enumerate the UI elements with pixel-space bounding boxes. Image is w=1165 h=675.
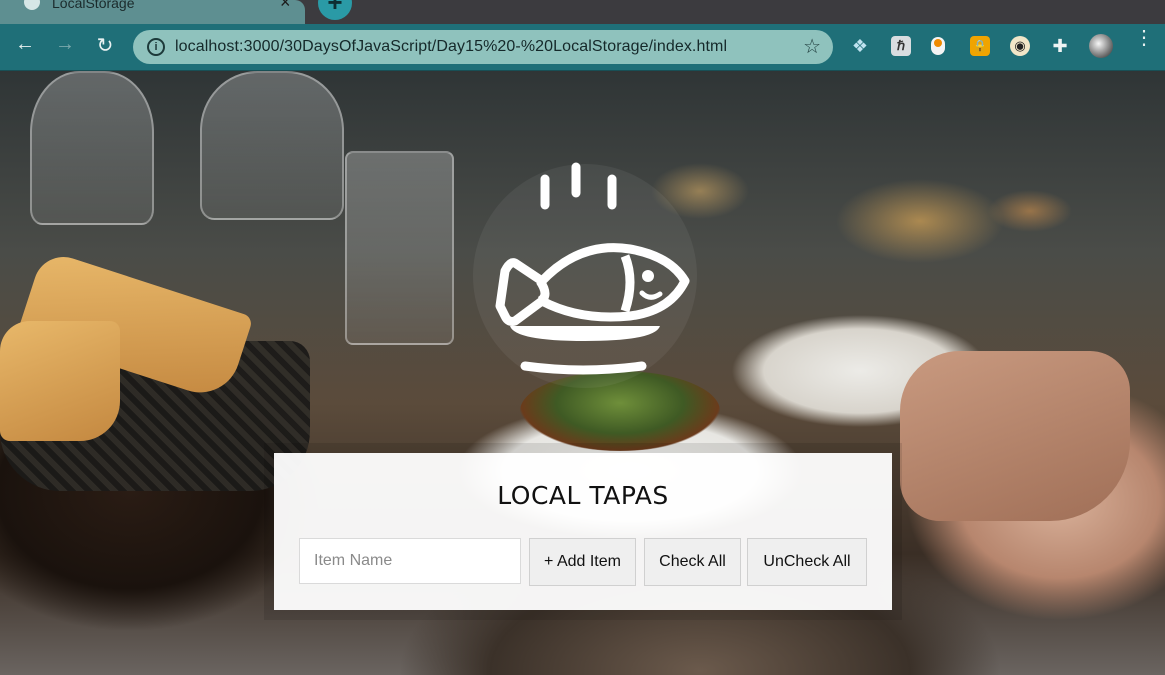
reload-button[interactable]: ↻	[91, 33, 119, 58]
item-name-input[interactable]	[299, 538, 521, 584]
back-button[interactable]: ←	[11, 33, 39, 56]
wine-glass-image	[30, 71, 154, 225]
page-background: LOCAL TAPAS + Add Item Check All UnCheck…	[0, 71, 1165, 675]
wine-glass-image	[200, 71, 344, 220]
spy-extension-icon[interactable]: ◉	[1010, 36, 1030, 56]
tab-close-icon[interactable]: ×	[280, 0, 291, 13]
dropbox-icon[interactable]: ❖	[850, 36, 870, 56]
browser-tab[interactable]: LocalStorage ×	[0, 0, 305, 24]
tapas-card: LOCAL TAPAS + Add Item Check All UnCheck…	[274, 453, 892, 610]
avatar[interactable]	[1089, 34, 1113, 58]
tab-title: LocalStorage	[52, 0, 135, 11]
address-bar[interactable]: i localhost:3000/30DaysOfJavaScript/Day1…	[133, 30, 833, 64]
water-glass-image	[345, 151, 454, 345]
page-title: LOCAL TAPAS	[497, 481, 669, 510]
lock-extension-icon[interactable]: 🔒	[970, 36, 990, 56]
hand-image	[900, 351, 1130, 521]
h-extension-icon[interactable]: ℏ	[891, 36, 911, 56]
check-all-button[interactable]: Check All	[644, 538, 741, 586]
forward-button[interactable]: →	[51, 33, 79, 56]
uncheck-all-button[interactable]: UnCheck All	[747, 538, 867, 586]
puzzle-icon[interactable]: ✚	[1050, 36, 1070, 56]
bookmark-star-icon[interactable]: ☆	[803, 34, 821, 59]
new-tab-button[interactable]: +	[318, 0, 352, 20]
toggle-extension-icon[interactable]	[931, 37, 945, 55]
url-text[interactable]: localhost:3000/30DaysOfJavaScript/Day15%…	[175, 38, 727, 56]
globe-icon	[24, 0, 40, 10]
site-info-icon[interactable]: i	[147, 38, 165, 56]
bread-image	[0, 321, 120, 441]
browser-toolbar: ← → ↻ i localhost:3000/30DaysOfJavaScrip…	[0, 24, 1165, 71]
add-item-button[interactable]: + Add Item	[529, 538, 636, 586]
fish-plate-logo	[473, 162, 697, 388]
browser-menu-icon[interactable]: ⋮	[1134, 28, 1154, 48]
tab-strip: LocalStorage × +	[0, 0, 1165, 24]
